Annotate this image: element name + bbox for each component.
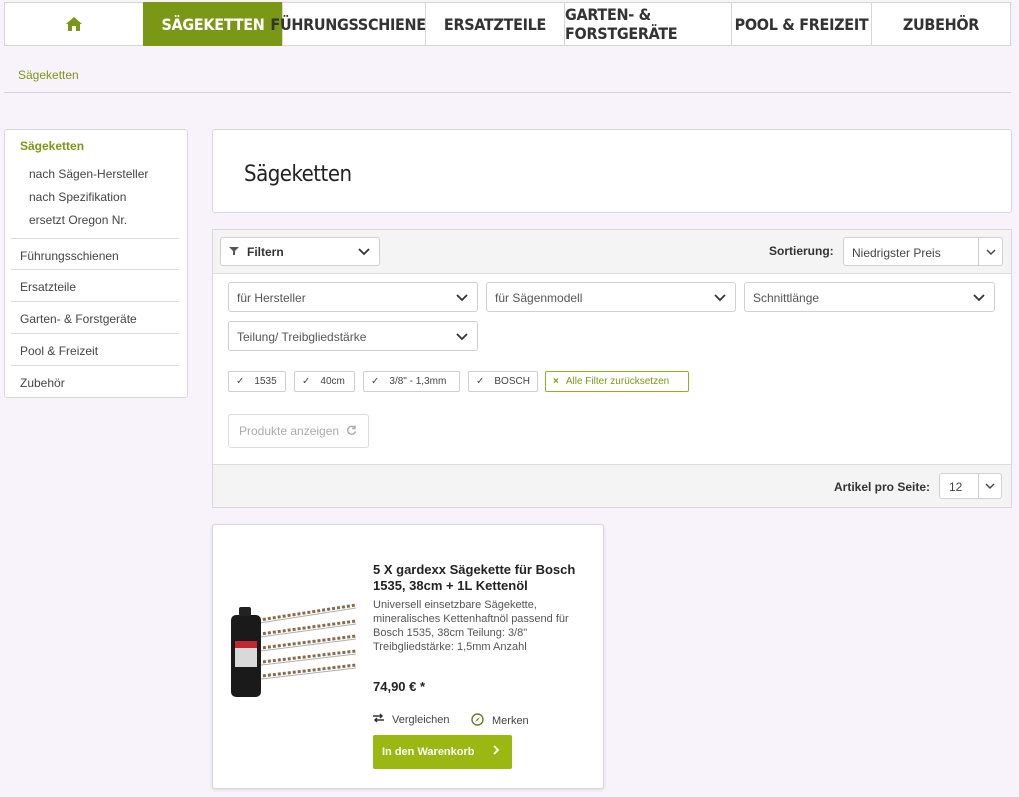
nav-home[interactable]	[4, 2, 144, 46]
main-navigation: SÄGEKETTEN FÜHRUNGSSCHIENEN ERSATZTEILE …	[4, 2, 1011, 46]
nav-fuehrungsschienen[interactable]: FÜHRUNGSSCHIENEN	[270, 2, 438, 46]
per-page-label: Artikel pro Seite:	[834, 480, 931, 494]
sort-value: Niedrigster Preis	[852, 246, 941, 260]
tag-label: 3/8" - 1,3mm	[389, 376, 447, 387]
chevron-down-icon	[456, 331, 468, 345]
filter-toggle-button[interactable]: Filtern	[220, 237, 380, 266]
chevron-down-icon	[978, 474, 1001, 498]
product-card: 5 X gardexx Sägekette für Bosch 1535, 38…	[212, 524, 604, 789]
dropdown-label: Teilung/ Treibgliedstärke	[237, 330, 367, 344]
divider	[11, 365, 179, 366]
compare-link[interactable]: Vergleichen	[373, 713, 450, 726]
per-page-value: 12	[949, 480, 963, 494]
divider	[11, 238, 179, 239]
filter-footer: Artikel pro Seite: 12	[213, 464, 1011, 507]
add-to-cart-button[interactable]: In den Warenkorb	[373, 735, 512, 769]
filter-icon	[229, 245, 239, 259]
tag-label: 1535	[254, 376, 277, 387]
sidebar-item-zubehoer[interactable]: Zubehör	[20, 376, 65, 390]
check-icon: ✓	[302, 376, 311, 387]
sidebar-item-pool-freizeit[interactable]: Pool & Freizeit	[20, 344, 98, 358]
sidebar-subitem-oregon[interactable]: ersetzt Oregon Nr.	[29, 213, 127, 227]
active-filter-tag[interactable]: ✓ 3/8" - 1,3mm	[363, 371, 460, 392]
product-title[interactable]: 5 X gardexx Sägekette für Bosch 1535, 38…	[373, 562, 593, 594]
reset-label: Alle Filter zurücksetzen	[565, 376, 670, 387]
sidebar-subitem-hersteller[interactable]: nach Sägen-Hersteller	[29, 167, 148, 181]
chevron-down-icon	[714, 292, 726, 306]
chevron-down-icon	[973, 292, 985, 306]
chevron-down-icon	[978, 238, 1002, 265]
product-price: 74,90 € *	[373, 679, 426, 694]
cart-button-label: In den Warenkorb	[382, 746, 475, 758]
chevron-down-icon	[358, 246, 370, 260]
nav-ersatzteile[interactable]: ERSATZTEILE	[425, 2, 565, 46]
reset-filters-button[interactable]: × Alle Filter zurücksetzen	[545, 371, 689, 392]
sidebar-item-fuehrungsschienen[interactable]: Führungsschienen	[20, 249, 119, 263]
check-icon: ✓	[476, 376, 485, 387]
tag-label: 40cm	[320, 376, 345, 387]
divider	[11, 269, 179, 270]
sidebar-subitem-spezifikation[interactable]: nach Spezifikation	[29, 190, 126, 204]
compare-icon	[373, 713, 384, 726]
filter-dropdown-hersteller[interactable]: für Hersteller	[228, 282, 478, 312]
chevron-right-icon	[492, 744, 500, 759]
divider	[4, 92, 1011, 93]
filter-header: Filtern Sortierung: Niedrigster Preis	[213, 230, 1011, 274]
filter-button-label: Filtern	[247, 244, 284, 259]
show-products-button[interactable]: Produkte anzeigen	[228, 414, 369, 448]
dropdown-label: für Sägenmodell	[495, 291, 583, 305]
nav-saegeketten[interactable]: SÄGEKETTEN	[143, 2, 283, 46]
category-header: Sägeketten	[212, 129, 1012, 213]
nav-garten-forstgeraete[interactable]: GARTEN- & FORSTGERÄTE	[564, 2, 732, 46]
category-sidebar: Sägeketten nach Sägen-Hersteller nach Sp…	[4, 129, 188, 398]
dropdown-label: für Hersteller	[237, 291, 306, 305]
breadcrumb[interactable]: Sägeketten	[18, 68, 79, 82]
per-page-select[interactable]: 12	[939, 473, 1002, 499]
refresh-icon	[346, 425, 357, 439]
sidebar-item-garten-forstgeraete[interactable]: Garten- & Forstgeräte	[20, 312, 137, 326]
filter-dropdown-schnittlaenge[interactable]: Schnittlänge	[744, 282, 995, 312]
wishlist-link[interactable]: Merken	[471, 713, 529, 729]
show-products-label: Produkte anzeigen	[239, 424, 340, 438]
close-icon: ×	[553, 376, 559, 387]
active-filter-tag[interactable]: ✓ BOSCH	[468, 371, 538, 392]
check-icon: ✓	[236, 376, 245, 387]
divider	[11, 333, 179, 334]
filter-dropdown-saegenmodell[interactable]: für Sägenmodell	[486, 282, 736, 312]
dropdown-label: Schnittlänge	[753, 291, 820, 305]
sort-select[interactable]: Niedrigster Preis	[843, 237, 1003, 266]
product-description: Universell einsetzbare Sägekette, minera…	[373, 599, 569, 653]
compare-label: Vergleichen	[392, 713, 450, 726]
nav-pool-freizeit[interactable]: POOL & FREIZEIT	[731, 2, 872, 46]
compass-icon	[471, 713, 484, 729]
product-image[interactable]	[228, 603, 358, 703]
active-filter-tag[interactable]: ✓ 1535	[228, 371, 286, 392]
filter-dropdown-teilung[interactable]: Teilung/ Treibgliedstärke	[228, 321, 478, 351]
sidebar-item-saegeketten[interactable]: Sägeketten	[20, 139, 84, 153]
wishlist-label: Merken	[492, 715, 529, 727]
home-icon	[65, 16, 83, 32]
nav-zubehoer[interactable]: ZUBEHÖR	[871, 2, 1011, 46]
page-title: Sägeketten	[244, 162, 352, 187]
divider	[11, 301, 179, 302]
chevron-down-icon	[456, 292, 468, 306]
active-filter-tag[interactable]: ✓ 40cm	[294, 371, 355, 392]
filter-panel: Filtern Sortierung: Niedrigster Preis fü…	[212, 229, 1012, 508]
tag-label: BOSCH	[494, 376, 530, 387]
sort-label: Sortierung:	[769, 244, 834, 258]
sidebar-item-ersatzteile[interactable]: Ersatzteile	[20, 280, 76, 294]
check-icon: ✓	[371, 376, 380, 387]
